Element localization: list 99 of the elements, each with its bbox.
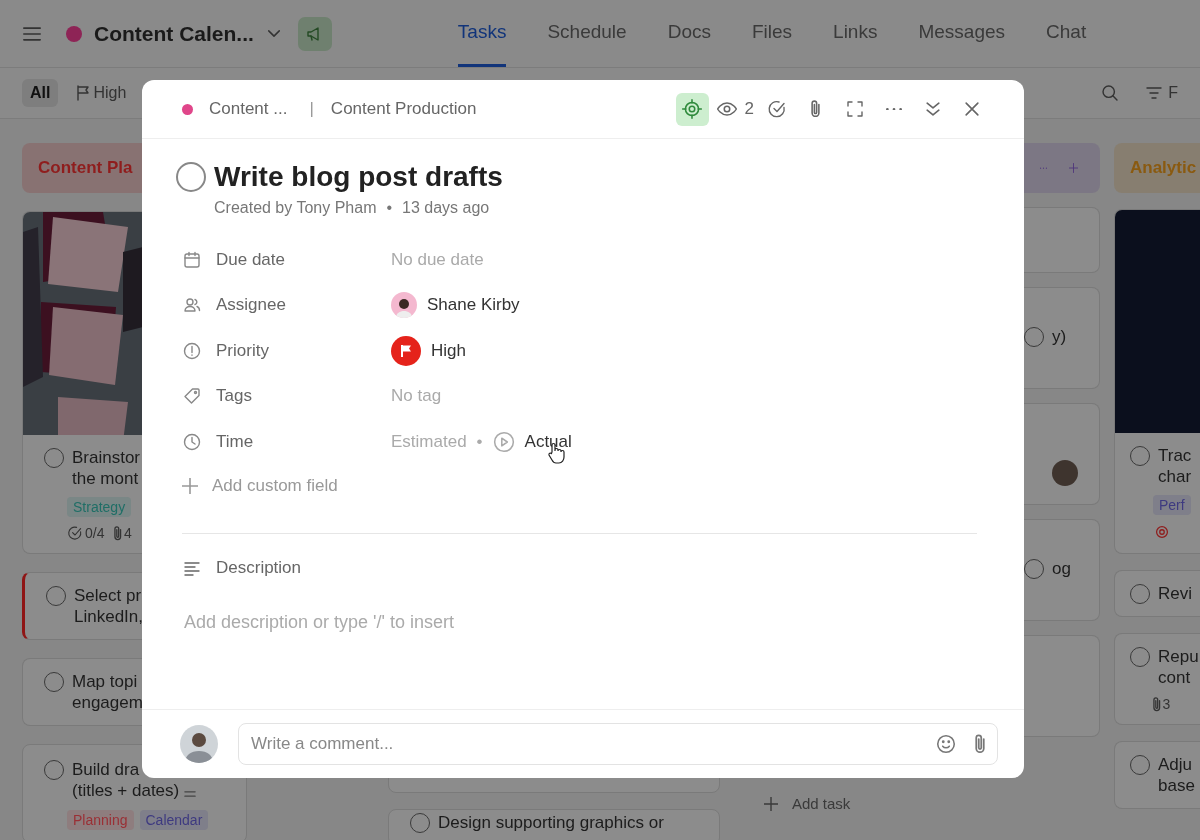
assignee-avatar[interactable] — [391, 292, 417, 319]
created-by: Created by Tony Pham — [214, 199, 377, 217]
nav-tab[interactable]: Docs — [667, 0, 711, 67]
field-label: Tags — [216, 386, 252, 407]
task-card[interactable]: og — [1024, 519, 1100, 621]
task-card[interactable]: Adju base — [1114, 741, 1200, 809]
task-title[interactable]: Revi — [1158, 583, 1192, 604]
task-card[interactable]: Trac char Perf — [1114, 209, 1200, 554]
task-title[interactable]: Brainstor — [72, 447, 141, 468]
breadcrumb-section[interactable]: Content Production — [330, 99, 477, 119]
search-icon — [1102, 85, 1119, 101]
smiley-icon — [935, 733, 957, 755]
task-card[interactable]: Revi — [1114, 570, 1200, 617]
task-title[interactable]: cont — [1158, 667, 1199, 688]
lines-icon — [184, 791, 196, 797]
avatar — [1052, 460, 1078, 486]
user-avatar[interactable] — [180, 725, 218, 763]
paperclip-icon — [114, 525, 122, 541]
task-card[interactable]: y) — [1024, 287, 1100, 389]
nav-tab[interactable]: Files — [751, 0, 793, 67]
megaphone-button[interactable] — [297, 16, 332, 51]
breadcrumb-list[interactable]: Content ... — [209, 99, 288, 119]
attachment-count: 4 — [123, 525, 132, 541]
field-label: Priority — [216, 340, 269, 361]
plus-icon — [182, 477, 198, 494]
exclamation-circle-icon — [182, 340, 202, 361]
subtask-count: 0/4 — [85, 525, 105, 541]
breadcrumb-separator: | — [309, 99, 314, 119]
nav-tab[interactable]: Messages — [918, 0, 1006, 67]
watchers-button[interactable]: 2 — [714, 92, 754, 126]
task-title[interactable]: Design supporting graphics or — [438, 812, 664, 833]
space-title[interactable]: Content Calen... — [94, 21, 254, 46]
paperclip-icon — [811, 100, 820, 118]
task-title[interactable]: char — [1158, 466, 1192, 487]
description-label: Description — [216, 557, 302, 578]
chevron-down-icon — [267, 30, 280, 37]
task-card[interactable]: Map topi engagem — [22, 658, 142, 726]
task-card[interactable]: Design supporting graphics or — [388, 809, 720, 840]
field-label: Due date — [216, 249, 285, 270]
paperclip-icon — [1153, 696, 1161, 712]
clock-icon — [182, 431, 202, 452]
task-card[interactable]: Select pr LinkedIn, — [22, 572, 142, 640]
task-title[interactable]: (titles + dates) — [72, 780, 196, 802]
task-title[interactable]: Select pr — [74, 585, 142, 606]
task-title[interactable]: y) — [1052, 326, 1067, 347]
task-title[interactable]: og — [1052, 558, 1071, 579]
nav-tab[interactable]: Schedule — [547, 0, 627, 67]
more-icon — [885, 107, 902, 111]
flag-icon — [76, 85, 91, 101]
filter-icon — [1146, 87, 1163, 99]
tag[interactable]: Calendar — [139, 810, 209, 830]
filter-chip[interactable]: All — [22, 79, 59, 107]
task-card[interactable]: Repu cont 3 — [1114, 633, 1200, 725]
separator-dot: • — [476, 431, 483, 452]
field-label: Assignee — [216, 295, 286, 316]
check-circle-icon — [766, 99, 787, 119]
filter-button[interactable]: F — [1146, 84, 1178, 102]
assignee-name[interactable]: Shane Kirby — [427, 295, 520, 316]
filter-chip[interactable]: High — [68, 79, 135, 107]
nav-tab[interactable]: Chat — [1046, 0, 1087, 67]
field-label: Time — [216, 431, 254, 452]
complete-checkbox[interactable] — [176, 162, 206, 192]
check-circle-icon — [67, 525, 83, 541]
task-title[interactable]: Write blog post drafts — [214, 161, 503, 193]
task-title[interactable]: Adju — [1158, 754, 1195, 775]
add-custom-field-button[interactable]: Add custom field — [176, 464, 338, 507]
double-chevron-icon — [925, 102, 940, 116]
task-card[interactable] — [1024, 403, 1100, 505]
calendar-icon — [182, 249, 202, 270]
attachment-count: 3 — [1162, 696, 1171, 712]
task-title[interactable]: engagem — [72, 692, 142, 713]
task-title[interactable]: base — [1158, 775, 1195, 796]
target-icon — [1153, 523, 1171, 541]
tag-icon — [182, 386, 202, 407]
paperclip-icon — [975, 734, 985, 754]
play-circle-icon — [492, 430, 515, 453]
actual-time[interactable]: Actual — [524, 431, 572, 452]
close-icon — [964, 102, 979, 116]
flag-icon[interactable] — [391, 335, 421, 366]
add-task-button[interactable]: Add task — [750, 789, 865, 818]
comment-box[interactable]: Write a comment... — [238, 723, 998, 765]
more-icon — [1040, 166, 1047, 170]
menu-icon — [22, 26, 42, 41]
task-title[interactable]: LinkedIn, — [74, 606, 142, 627]
goal-button[interactable] — [675, 92, 709, 126]
target-icon — [681, 98, 704, 120]
separator-dot: • — [386, 199, 393, 217]
nav-tab[interactable]: Links — [833, 0, 878, 67]
task-title[interactable]: the mont — [72, 468, 141, 489]
task-title[interactable]: Map topi — [72, 671, 142, 692]
plus-icon — [764, 796, 778, 811]
task-title[interactable]: Repu — [1158, 646, 1199, 667]
attach-button[interactable] — [975, 734, 985, 754]
created-time: 13 days ago — [402, 199, 490, 217]
task-title[interactable]: Trac — [1158, 445, 1192, 466]
emoji-button[interactable] — [935, 733, 957, 755]
priority-value[interactable]: High — [431, 340, 466, 361]
task-card[interactable]: Brainstor the mont Strategy 0/4 4 — [22, 211, 142, 554]
expand-icon — [844, 99, 865, 119]
